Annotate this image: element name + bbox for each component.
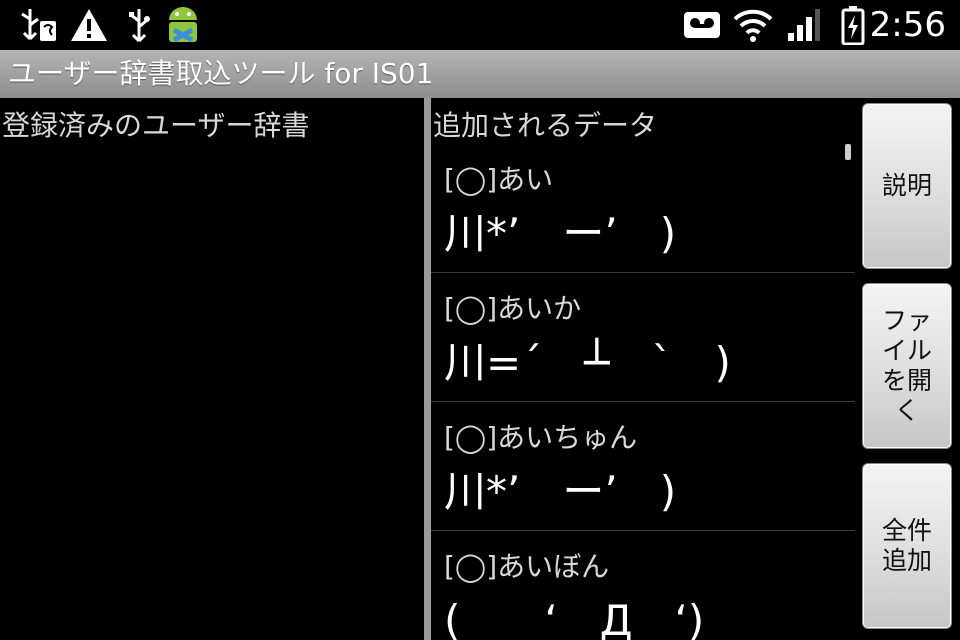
battery-icon (838, 4, 868, 46)
wifi-icon (732, 4, 774, 46)
usb-icon (124, 4, 154, 46)
status-clock: 2:56 (869, 5, 946, 45)
android-icon (160, 4, 206, 46)
list-item[interactable]: [◯]あいぼん ( ‘ Д ‘) (431, 531, 855, 640)
open-file-button-label: ファイルを開く (881, 306, 932, 425)
list-item[interactable]: [◯]あい 川*’ ー’ ) (431, 144, 855, 273)
open-file-button[interactable]: ファイルを開く (862, 283, 952, 449)
registered-dictionary-pane: 登録済みのユーザー辞書 (0, 98, 424, 640)
title-bar: ユーザー辞書取込ツール for IS01 (0, 50, 960, 98)
import-data-heading: 追加されるデータ (433, 109, 658, 142)
app-title: ユーザー辞書取込ツール for IS01 (8, 57, 434, 90)
explain-button-label: 説明 (881, 171, 932, 200)
item-reading: [◯]あいか (444, 292, 582, 325)
list-scrollbar[interactable] (845, 144, 851, 160)
item-reading: [◯]あいちゅん (444, 421, 638, 454)
item-reading: [◯]あい (444, 163, 554, 196)
item-word: ( ‘ Д ‘) (444, 596, 705, 640)
warning-icon (68, 4, 110, 46)
item-word: 川*’ ー’ ) (444, 467, 677, 516)
list-item[interactable]: [◯]あいか 川=´ ┴ ` ) (431, 273, 855, 402)
status-bar: 2:56 (0, 0, 960, 50)
add-all-button[interactable]: 全件追加 (862, 463, 952, 629)
item-word: 川*’ ー’ ) (444, 209, 677, 258)
explain-button[interactable]: 説明 (862, 103, 952, 269)
pane-divider (424, 98, 431, 640)
add-all-button-label: 全件追加 (881, 516, 932, 575)
list-item[interactable]: [◯]あいちゅん 川*’ ー’ ) (431, 402, 855, 531)
item-reading: [◯]あいぼん (444, 550, 610, 583)
registered-dictionary-heading: 登録済みのユーザー辞書 (2, 109, 310, 142)
voicemail-icon (682, 4, 722, 46)
signal-icon (784, 4, 824, 46)
item-word: 川=´ ┴ ` ) (444, 338, 731, 387)
import-data-pane: 追加されるデータ [◯]あい 川*’ ー’ ) [◯]あいか 川=´ ┴ ` )… (431, 98, 855, 640)
import-data-list[interactable]: [◯]あい 川*’ ー’ ) [◯]あいか 川=´ ┴ ` ) [◯]あいちゅん… (431, 144, 855, 640)
usb-debug-icon (18, 4, 60, 46)
